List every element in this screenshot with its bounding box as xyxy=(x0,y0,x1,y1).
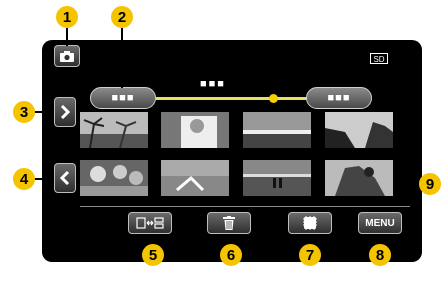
mode-button[interactable] xyxy=(54,45,80,67)
callout-6: 6 xyxy=(220,244,242,266)
callout-9: 9 xyxy=(419,173,441,195)
leader-line xyxy=(34,111,54,113)
leader-line xyxy=(34,178,54,180)
leader-line xyxy=(230,234,232,244)
thumbnail[interactable] xyxy=(243,112,311,148)
delete-button[interactable] xyxy=(207,212,251,234)
thumbnail[interactable] xyxy=(325,112,393,148)
playback-select-button[interactable] xyxy=(288,212,332,234)
date-label: ■■■ xyxy=(200,78,226,90)
next-page-button[interactable] xyxy=(54,97,76,127)
prev-page-button[interactable] xyxy=(54,163,76,193)
callout-1: 1 xyxy=(56,6,78,28)
thumbnail[interactable] xyxy=(80,112,148,148)
timeline-marker[interactable] xyxy=(269,94,278,103)
chevron-left-icon xyxy=(60,171,70,185)
leader-line xyxy=(379,234,381,244)
callout-2: 2 xyxy=(111,6,133,28)
thumbnail[interactable] xyxy=(80,160,148,196)
callout-8: 8 xyxy=(369,244,391,266)
camera-icon xyxy=(60,50,74,62)
timeline-bar[interactable] xyxy=(156,97,308,100)
leader-line xyxy=(395,183,419,185)
thumbnail[interactable] xyxy=(325,160,393,196)
display-switch-icon xyxy=(136,217,164,229)
display-switch-button[interactable] xyxy=(128,212,172,234)
menu-button[interactable]: MENU xyxy=(358,212,402,234)
leader-line xyxy=(152,234,154,244)
playback-select-icon xyxy=(303,216,317,230)
leader-line xyxy=(309,234,311,244)
trash-icon xyxy=(223,216,235,230)
callout-3: 3 xyxy=(13,101,35,123)
thumbnail[interactable] xyxy=(161,160,229,196)
thumbnail[interactable] xyxy=(161,112,229,148)
leader-line xyxy=(66,28,68,46)
callout-5: 5 xyxy=(142,244,164,266)
chevron-right-icon xyxy=(60,105,70,119)
sd-card-badge: SD xyxy=(370,53,388,64)
thumbnail[interactable] xyxy=(243,160,311,196)
callout-7: 7 xyxy=(299,244,321,266)
leader-line xyxy=(121,28,123,88)
prev-date-button[interactable]: ■■■ xyxy=(90,87,156,109)
callout-4: 4 xyxy=(13,168,35,190)
next-date-button[interactable]: ■■■ xyxy=(306,87,372,109)
divider xyxy=(80,206,410,207)
camera-lcd-screen: SD ■■■ ■■■ ■■■ MENU xyxy=(42,40,422,262)
